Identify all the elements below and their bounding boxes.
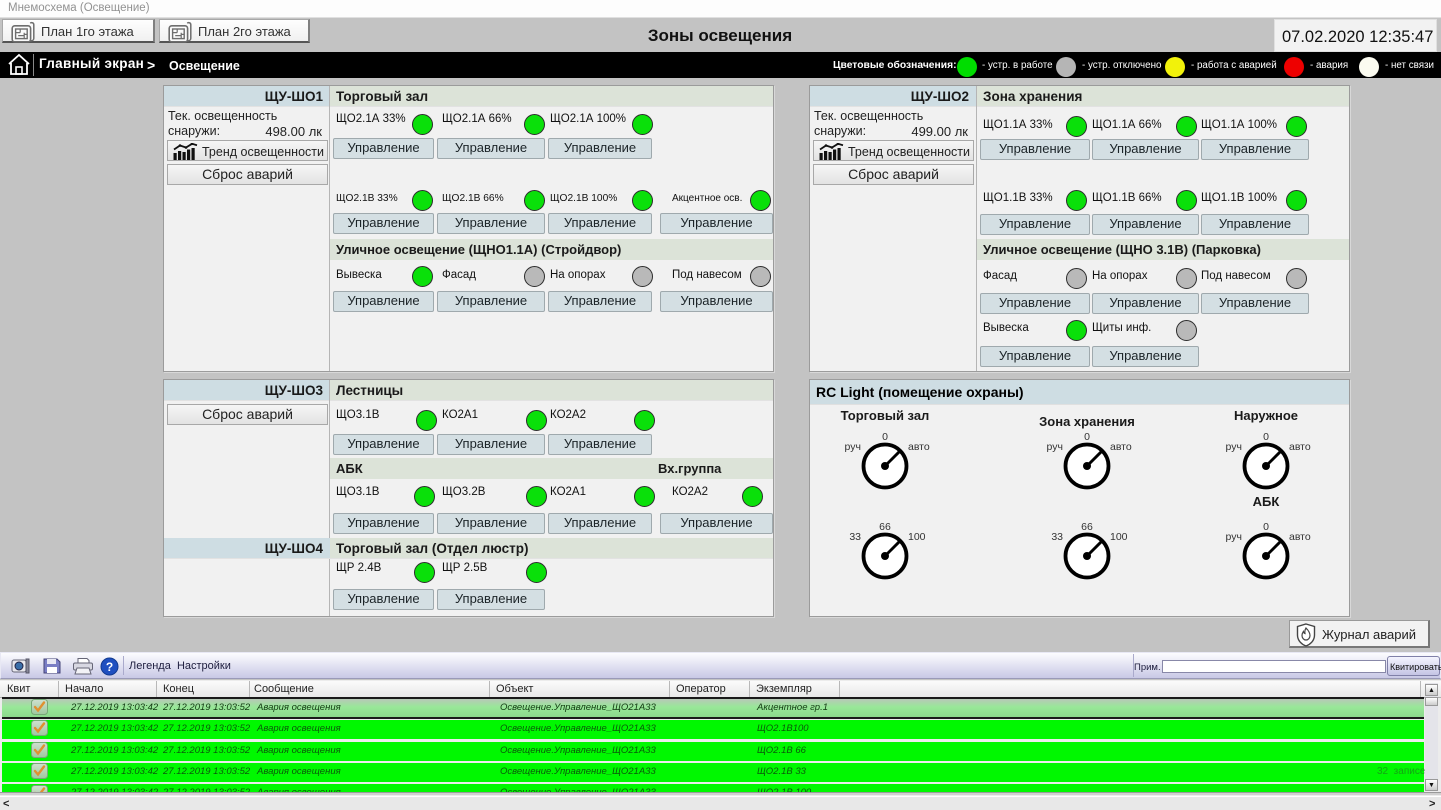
svg-text:?: ? — [106, 660, 113, 674]
